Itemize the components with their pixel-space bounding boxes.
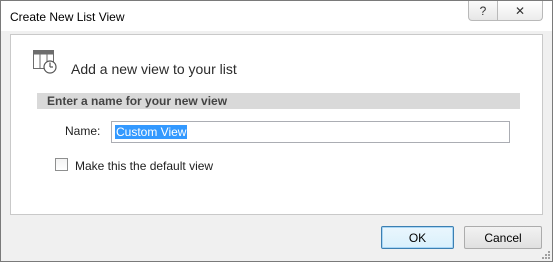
ok-button[interactable]: OK: [381, 226, 454, 249]
name-label: Name:: [65, 124, 101, 138]
default-view-label[interactable]: Make this the default view: [75, 159, 213, 173]
close-button[interactable]: ✕: [497, 1, 543, 21]
cancel-button[interactable]: Cancel: [464, 226, 542, 249]
content-panel: Add a new view to your list Enter a name…: [10, 34, 543, 215]
list-view-icon: [33, 50, 57, 74]
help-icon: ?: [479, 3, 487, 18]
name-input[interactable]: Custom View: [111, 121, 510, 143]
section-header: Enter a name for your new view: [37, 93, 520, 109]
close-icon: ✕: [514, 3, 526, 18]
section-title: Enter a name for your new view: [47, 94, 228, 108]
name-input-value: Custom View: [115, 125, 188, 139]
resize-grip-icon[interactable]: [541, 250, 551, 260]
create-list-view-dialog: Create New List View ? ✕ Add a new view …: [0, 0, 553, 262]
default-view-checkbox[interactable]: [55, 158, 68, 171]
title-bar: Create New List View ? ✕: [1, 1, 552, 31]
header-text: Add a new view to your list: [71, 61, 237, 77]
dialog-title: Create New List View: [10, 10, 125, 24]
help-button[interactable]: ?: [468, 1, 498, 21]
